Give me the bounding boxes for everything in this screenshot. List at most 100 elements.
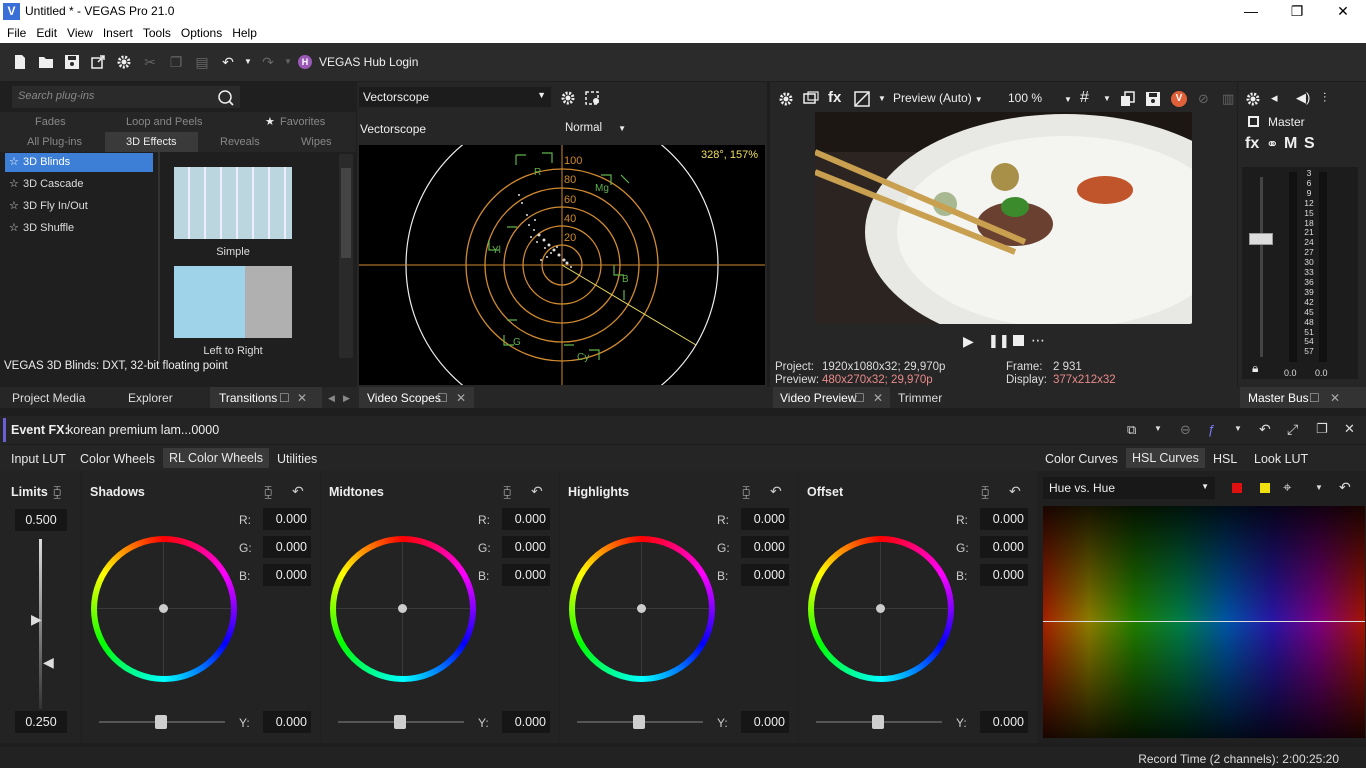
undo-dropdown-icon[interactable]: ▼	[240, 54, 256, 70]
scroll-right-icon[interactable]: ▶	[343, 393, 350, 404]
tab-video-preview[interactable]: Video Preview	[780, 391, 857, 405]
hsl-mode-select[interactable]: Hue vs. Hue ▼	[1043, 477, 1215, 499]
split-view-icon[interactable]: ❐	[1316, 421, 1328, 437]
hsl-reset-icon[interactable]: ↶	[1339, 479, 1351, 496]
grid-dropdown-icon[interactable]: ▼	[1103, 94, 1111, 103]
close-tab-icon[interactable]: ✕	[456, 391, 466, 405]
highlights-color-wheel[interactable]	[569, 536, 715, 682]
speaker-icon[interactable]: ◀)	[1296, 90, 1310, 106]
vegas-hub-icon[interactable]: H	[298, 55, 312, 69]
highlights-g-field[interactable]: 0.000	[741, 536, 789, 558]
category-fades[interactable]: Fades	[35, 116, 66, 128]
master-enable-checkbox[interactable]	[1248, 116, 1259, 127]
lock-icon[interactable]: 🔒︎	[1252, 361, 1258, 376]
tab-explorer[interactable]: Explorer	[128, 391, 173, 405]
copy-snapshot-icon[interactable]	[1120, 91, 1136, 107]
category-reveals[interactable]: Reveals	[220, 136, 260, 148]
maximize-panel-icon[interactable]: ☐	[854, 391, 865, 405]
shadows-b-field[interactable]: 0.000	[263, 564, 311, 586]
video-fx-icon[interactable]: fx	[828, 89, 841, 106]
tab-color-wheels[interactable]: Color Wheels	[80, 452, 155, 466]
master-fx-button[interactable]: fx	[1245, 135, 1259, 153]
offset-luma-thumb[interactable]	[872, 715, 884, 729]
close-button[interactable]: ✕	[1320, 0, 1366, 23]
close-event-fx-icon[interactable]: ✕	[1344, 421, 1355, 437]
preset-thumbnail-left-to-right[interactable]	[174, 266, 292, 338]
search-plugins-input[interactable]: Search plug-ins	[12, 86, 240, 108]
master-solo-button[interactable]: S	[1304, 135, 1315, 153]
scope-mode-select[interactable]: Normal ▼	[565, 122, 626, 134]
midtones-b-field[interactable]: 0.000	[502, 564, 550, 586]
undo-icon[interactable]: ↶	[220, 54, 236, 70]
wheel-reset-icon[interactable]: ↶	[770, 483, 782, 500]
paste-icon[interactable]: ▤	[194, 54, 210, 70]
fx-dropdown-icon[interactable]: ▼	[1234, 424, 1242, 433]
overflow-icon[interactable]: ▥	[1222, 91, 1234, 107]
highlights-b-field[interactable]: 0.000	[741, 564, 789, 586]
wheel-settings-icon[interactable]: ⧮	[503, 484, 511, 500]
scroll-left-icon[interactable]: ◀	[328, 393, 335, 404]
tab-transitions[interactable]: Transitions	[219, 391, 277, 405]
offset-r-field[interactable]: 0.000	[980, 508, 1028, 530]
category-wipes[interactable]: Wipes	[301, 136, 332, 148]
preset-thumbnail-simple[interactable]	[174, 167, 292, 239]
minimize-button[interactable]: —	[1228, 0, 1274, 23]
open-folder-icon[interactable]	[38, 54, 54, 70]
maximize-panel-icon[interactable]: ☐	[437, 391, 448, 405]
pause-icon[interactable]: ❚❚	[988, 333, 1010, 349]
shadows-color-wheel[interactable]	[91, 536, 237, 682]
external-monitor-icon[interactable]	[803, 91, 819, 107]
category-loop-and-peels[interactable]: Loop and Peels	[126, 116, 202, 128]
maximize-button[interactable]: ❐	[1274, 0, 1320, 23]
shadows-g-field[interactable]: 0.000	[263, 536, 311, 558]
mute-icon[interactable]: ⊘	[1198, 91, 1209, 107]
limits-top-field[interactable]: 0.500	[15, 509, 67, 531]
close-tab-icon[interactable]: ✕	[873, 391, 883, 405]
plugin-item-3d-cascade[interactable]: ☆ 3D Cascade	[5, 175, 153, 194]
save-icon[interactable]	[64, 54, 80, 70]
wheel-reset-icon[interactable]: ↶	[531, 483, 543, 500]
fx-settings-icon[interactable]: ƒ	[1208, 422, 1215, 437]
wheel-handle[interactable]	[159, 604, 168, 613]
master-fader-thumb[interactable]	[1249, 233, 1273, 245]
wheel-settings-icon[interactable]: ⧮	[264, 484, 272, 500]
preset-scrollbar[interactable]	[339, 154, 353, 358]
close-tab-icon[interactable]: ✕	[1330, 391, 1340, 405]
plugin-chain-icon[interactable]: ⧉	[1127, 422, 1136, 438]
cut-icon[interactable]: ✂	[142, 54, 158, 70]
limits-lower-handle[interactable]: ◀	[43, 654, 54, 671]
menu-options[interactable]: Options	[176, 23, 227, 43]
tab-rl-color-wheels[interactable]: RL Color Wheels	[163, 448, 270, 468]
limits-settings-icon[interactable]: ⧮	[53, 484, 61, 500]
close-tab-icon[interactable]: ✕	[297, 391, 307, 405]
copy-icon[interactable]: ❐	[168, 54, 184, 70]
midtones-r-field[interactable]: 0.000	[502, 508, 550, 530]
wheel-handle[interactable]	[398, 604, 407, 613]
wheel-settings-icon[interactable]: ⧮	[742, 484, 750, 500]
settings-gear-icon[interactable]	[116, 54, 132, 70]
save-snapshot-icon[interactable]	[1145, 91, 1161, 107]
tab-look-lut[interactable]: Look LUT	[1254, 452, 1308, 466]
new-file-icon[interactable]	[12, 54, 28, 70]
highlights-luma-thumb[interactable]	[633, 715, 645, 729]
hue-vs-hue-graph[interactable]	[1043, 506, 1365, 738]
tab-input-lut[interactable]: Input LUT	[11, 452, 66, 466]
preview-quality-select[interactable]: Preview (Auto) ▼	[893, 91, 983, 105]
wheel-reset-icon[interactable]: ↶	[292, 483, 304, 500]
hue-curve-line[interactable]	[1043, 621, 1365, 622]
midtones-luma-thumb[interactable]	[394, 715, 406, 729]
menu-view[interactable]: View	[62, 23, 98, 43]
category-all-plugins[interactable]: All Plug-ins	[27, 136, 82, 148]
hub-login-link[interactable]: VEGAS Hub Login	[319, 55, 418, 69]
limits-upper-handle[interactable]: ▶	[31, 611, 42, 628]
tab-color-curves[interactable]: Color Curves	[1045, 452, 1118, 466]
vegas-effects-icon[interactable]: V	[1171, 91, 1187, 107]
menu-file[interactable]: File	[0, 23, 31, 43]
zoom-select[interactable]: 100 % ▼	[1008, 91, 1072, 105]
bypass-fx-icon[interactable]: ⊖	[1180, 422, 1191, 438]
midtones-y-field[interactable]: 0.000	[502, 711, 550, 733]
offset-y-field[interactable]: 0.000	[980, 711, 1028, 733]
wheel-settings-icon[interactable]: ⧮	[981, 484, 989, 500]
menu-tools[interactable]: Tools	[138, 23, 176, 43]
search-icon[interactable]	[217, 89, 235, 107]
